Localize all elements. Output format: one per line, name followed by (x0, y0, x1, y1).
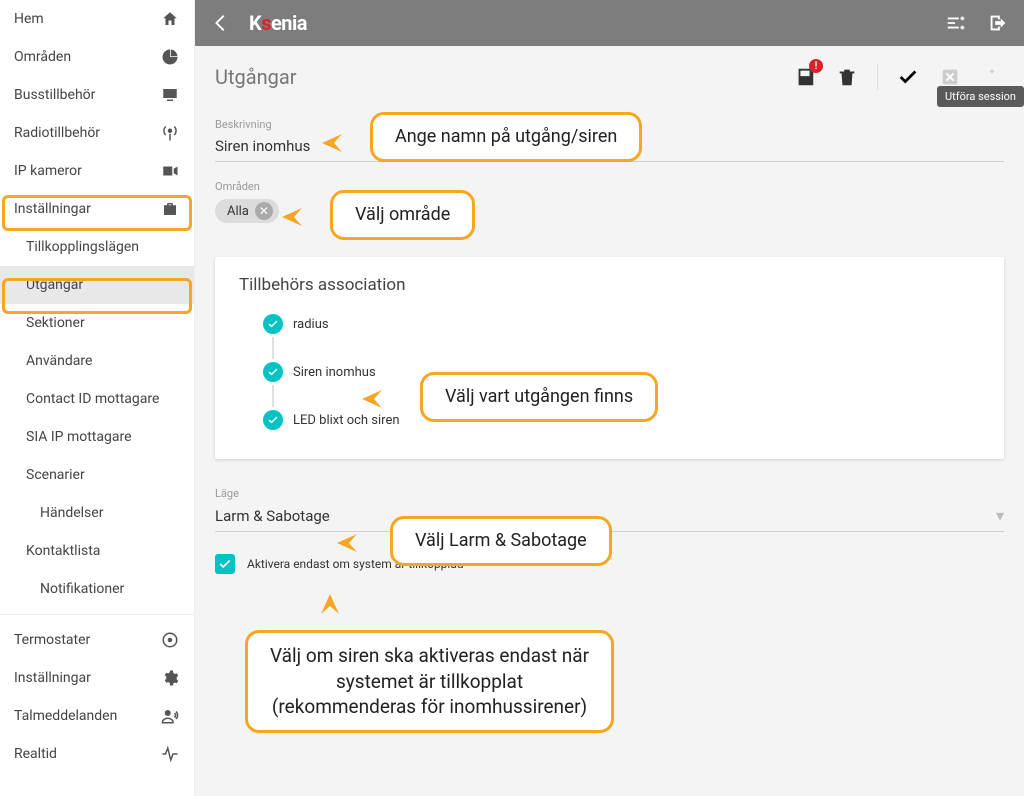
check-icon (263, 410, 283, 430)
nav-kontaktlista[interactable]: Kontaktlista (0, 532, 194, 570)
checkbox-row: Aktivera endast om system är tillkopplad (215, 554, 1004, 574)
nav-termostater[interactable]: Termostater (0, 621, 194, 659)
field-lage: Läge Larm & Sabotage ▾ (215, 487, 1004, 532)
nav-siaip[interactable]: SIA IP mottagare (0, 418, 194, 456)
tune-button[interactable] (942, 9, 970, 37)
camera-icon (160, 161, 180, 181)
nav-scenarier[interactable]: Scenarier (0, 456, 194, 494)
back-button[interactable] (207, 9, 235, 37)
topbar: Ksenia (195, 0, 1024, 46)
mode-value: Larm & Sabotage (215, 507, 996, 525)
gear-icon (160, 668, 180, 688)
tooltip-utfora-session: Utföra session (937, 86, 1024, 107)
activate-checkbox[interactable] (215, 554, 235, 574)
confirm-button[interactable] (896, 65, 920, 89)
logo: Ksenia (249, 9, 307, 37)
activate-label: Aktivera endast om system är tillkopplad (247, 557, 464, 571)
mode-select[interactable]: Larm & Sabotage ▾ (215, 502, 1004, 532)
save-button[interactable]: ! (793, 65, 817, 89)
area-chip-label: Alla (227, 204, 249, 219)
briefcase-icon (160, 199, 180, 219)
nav-radiotillbehor[interactable]: Radiotillbehör (0, 114, 194, 152)
nav-ipkameror[interactable]: IP kameror (0, 152, 194, 190)
mode-label: Läge (215, 487, 1004, 500)
nav-contactid[interactable]: Contact ID mottagare (0, 380, 194, 418)
chip-remove-icon[interactable]: ✕ (255, 202, 273, 220)
desc-label: Beskrivning (215, 118, 1004, 131)
exit-button[interactable] (984, 9, 1012, 37)
page-header: Utgångar ! Utföra session (195, 46, 1024, 100)
field-omraden: Områden Alla ✕ (215, 180, 1004, 223)
nav-realtid[interactable]: Realtid (0, 735, 194, 773)
home-icon (160, 9, 180, 29)
nav-omraden[interactable]: Områden (0, 38, 194, 76)
nav-installningar[interactable]: Inställningar (0, 190, 194, 228)
nav-sektioner[interactable]: Sektioner (0, 304, 194, 342)
nav-busstillbehor[interactable]: Busstillbehör (0, 76, 194, 114)
desc-input[interactable] (215, 133, 1004, 162)
delete-button[interactable] (835, 65, 859, 89)
tree-connector (272, 337, 274, 359)
tree-connector (272, 385, 274, 407)
nav-handelser[interactable]: Händelser (0, 494, 194, 532)
chevron-down-icon: ▾ (996, 506, 1004, 525)
page-title: Utgångar (215, 65, 297, 89)
callout-checkbox: Välj om siren ska aktiveras endast när s… (245, 630, 614, 733)
area-chip-alla[interactable]: Alla ✕ (215, 199, 279, 223)
nav-anvandare[interactable]: Användare (0, 342, 194, 380)
action-divider (877, 64, 878, 90)
nav-installningar2[interactable]: Inställningar (0, 659, 194, 697)
nav-tillkopplingslagen[interactable]: Tillkopplingslägen (0, 228, 194, 266)
antenna-icon (160, 123, 180, 143)
nav-utgangar[interactable]: Utgångar (0, 266, 194, 304)
alert-badge: ! (809, 59, 823, 73)
nav-hem[interactable]: Hem (0, 0, 194, 38)
pulse-icon (160, 744, 180, 764)
field-beskrivning: Beskrivning (215, 118, 1004, 162)
assoc-card: Tillbehörs association radius Siren inom… (215, 257, 1004, 459)
nav-talmeddelanden[interactable]: Talmeddelanden (0, 697, 194, 735)
check-icon (263, 362, 283, 382)
main-area: Ksenia Utgångar ! Utföra session (195, 0, 1024, 796)
content: Beskrivning Områden Alla ✕ Tillbehörs as… (195, 100, 1024, 614)
tree-siren[interactable]: Siren inomhus (263, 359, 980, 385)
pie-icon (160, 47, 180, 67)
voice-icon (160, 706, 180, 726)
areas-label: Områden (215, 180, 1004, 193)
nav-notifikationer[interactable]: Notifikationer (0, 570, 194, 608)
thermo-icon (160, 630, 180, 650)
monitor-icon (160, 85, 180, 105)
check-icon (263, 314, 283, 334)
assoc-tree: radius Siren inomhus LED blixt och siren (263, 311, 980, 433)
sidebar: Hem Områden Busstillbehör Radiotillbehör… (0, 0, 195, 796)
tree-led[interactable]: LED blixt och siren (263, 407, 980, 433)
tree-radius[interactable]: radius (263, 311, 980, 337)
action-row: ! Utföra session (793, 64, 1004, 90)
assoc-title: Tillbehörs association (239, 275, 980, 295)
